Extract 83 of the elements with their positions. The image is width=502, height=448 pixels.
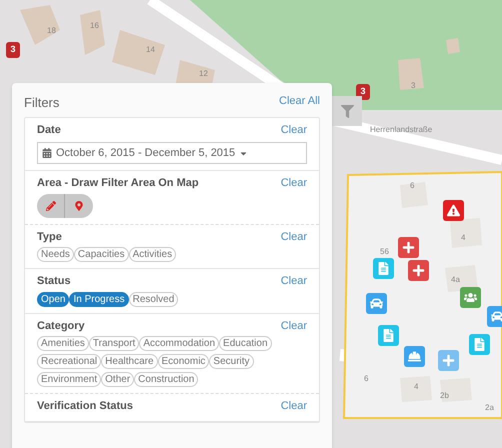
document-icon xyxy=(382,329,395,342)
car-icon xyxy=(491,310,502,323)
calendar-icon xyxy=(42,148,52,158)
section-label: Status xyxy=(37,274,71,289)
map-label: 18 xyxy=(47,25,56,37)
filter-chip[interactable]: Economic xyxy=(158,354,210,369)
map-label: 16 xyxy=(90,20,99,32)
pencil-icon xyxy=(46,200,56,210)
filter-chip[interactable]: In Progress xyxy=(69,292,129,306)
section-label: Verification Status xyxy=(37,399,133,414)
building xyxy=(80,10,105,55)
section-label: Date xyxy=(37,122,61,138)
car-icon xyxy=(370,297,383,310)
section-label: Area - Draw Filter Area On Map xyxy=(37,176,199,191)
filter-chip[interactable]: Accommodation xyxy=(139,336,220,351)
map-label: 56 xyxy=(380,246,389,258)
date-range-field[interactable]: October 6, 2015 - December 5, 2015 xyxy=(37,142,307,164)
clear-link[interactable]: Clear xyxy=(280,398,307,414)
map-marker[interactable] xyxy=(404,346,425,367)
cluster-badge[interactable]: 3 xyxy=(6,42,20,58)
map-marker[interactable] xyxy=(438,350,459,371)
filter-chip[interactable]: Security xyxy=(209,354,254,369)
filter-chip[interactable]: Capacities xyxy=(74,247,129,262)
filter-chip[interactable]: Resolved xyxy=(128,292,178,306)
building xyxy=(20,5,60,45)
filter-chip[interactable]: Education xyxy=(219,336,272,351)
map-label: Herrenlandstraße xyxy=(370,124,432,136)
people-icon xyxy=(464,291,477,304)
filter-chip[interactable]: Environment xyxy=(37,372,102,387)
map-marker[interactable] xyxy=(487,306,502,327)
filter-chip[interactable]: Other xyxy=(101,372,134,387)
draw-pencil-button[interactable] xyxy=(37,194,65,218)
map-marker[interactable] xyxy=(443,200,464,221)
map-label: 4 xyxy=(414,381,418,393)
building xyxy=(112,30,165,75)
map-label: 4 xyxy=(461,232,466,244)
map-label: 14 xyxy=(146,44,155,56)
map-marker[interactable] xyxy=(373,258,394,279)
panel-title: Filters xyxy=(24,94,60,112)
filter-chip[interactable]: Amenities xyxy=(37,336,89,351)
map-marker[interactable] xyxy=(469,334,490,355)
map-marker[interactable] xyxy=(378,325,399,346)
filter-chip[interactable]: Open xyxy=(37,292,70,306)
document-icon xyxy=(473,338,486,351)
warning-icon xyxy=(447,204,460,217)
map-marker[interactable] xyxy=(398,237,419,258)
document-icon xyxy=(377,262,390,275)
map-label: 2a xyxy=(485,402,494,414)
filter-chip[interactable]: Construction xyxy=(134,372,198,387)
plus-icon xyxy=(442,354,455,367)
filter-chip[interactable]: Activities xyxy=(128,247,176,262)
clear-link[interactable]: Clear xyxy=(280,175,307,192)
plus-icon xyxy=(412,264,425,277)
clear-link[interactable]: Clear xyxy=(280,273,307,290)
clear-link[interactable]: Clear xyxy=(280,228,307,245)
filter-chip[interactable]: Transport xyxy=(88,336,140,351)
filter-chip[interactable]: Recreational xyxy=(37,354,102,369)
clear-all-link[interactable]: Clear All xyxy=(279,92,320,109)
map-marker[interactable] xyxy=(408,260,429,281)
building xyxy=(450,218,482,248)
filter-chip[interactable]: Healthcare xyxy=(101,354,158,369)
draw-polygon-button[interactable] xyxy=(65,194,93,218)
plus-icon xyxy=(402,241,415,254)
building xyxy=(446,38,460,54)
map-label: 6 xyxy=(364,373,368,385)
map-label: 6 xyxy=(410,180,414,192)
map-label: 2b xyxy=(440,390,449,402)
map-label: 3 xyxy=(411,80,416,92)
map-marker[interactable] xyxy=(460,287,481,308)
filter-icon xyxy=(340,104,354,118)
map-label: 12 xyxy=(199,68,208,80)
pin-icon xyxy=(74,200,84,210)
clear-link[interactable]: Clear xyxy=(280,122,307,138)
section-label: Type xyxy=(37,230,62,244)
worker-icon xyxy=(408,350,421,363)
date-range-value: October 6, 2015 - December 5, 2015 xyxy=(56,146,236,161)
section-label: Category xyxy=(37,318,85,334)
filter-toggle-button[interactable] xyxy=(332,96,362,126)
filter-chip[interactable]: Needs xyxy=(37,247,74,262)
clear-link[interactable]: Clear xyxy=(280,318,307,334)
map-label: 4a xyxy=(451,274,460,286)
map-marker[interactable] xyxy=(366,293,387,314)
building xyxy=(398,58,424,90)
